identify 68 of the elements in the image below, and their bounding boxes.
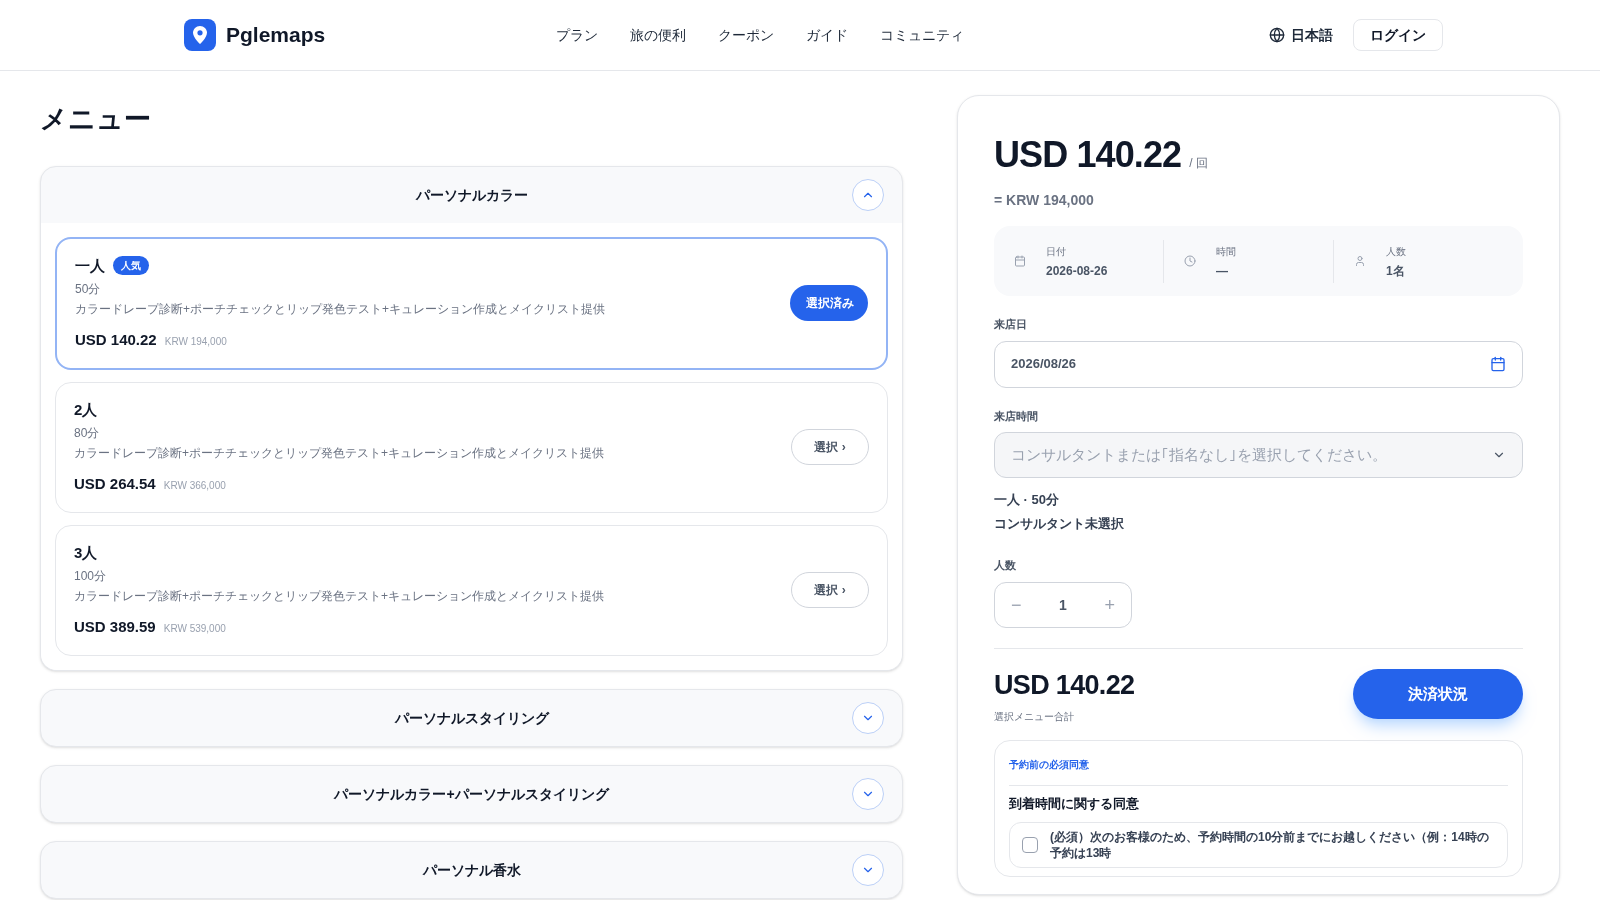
option-price: USD 389.59 bbox=[74, 617, 156, 637]
group-title: パーソナルスタイリング bbox=[394, 708, 549, 728]
consent-heading: 到着時間に関する同意 bbox=[1009, 795, 1140, 813]
menu-option-card[interactable]: 一人 人気 50分 カラードレープ診断+ポーチチェックとリップ発色テスト+キュレーション作成とメイクリスト提供 USD 140.22 KRW 194,000 選択済み bbox=[55, 236, 888, 370]
nav-link[interactable]: 旅の便利 bbox=[630, 25, 686, 45]
nav-link[interactable]: コミュニティ bbox=[880, 25, 964, 45]
option-name: 3人 bbox=[74, 542, 98, 563]
booking-price-krw: = KRW 194,000 bbox=[994, 191, 1095, 210]
consultant-status: コンサルタント未選択 bbox=[994, 514, 1125, 533]
payment-button[interactable]: 決済状況 bbox=[1353, 669, 1523, 720]
date-field[interactable]: 2026/08/26 bbox=[994, 340, 1523, 388]
summary-label: 時間 bbox=[1216, 244, 1236, 259]
option-name: 2人 bbox=[74, 399, 98, 420]
summary-label: 人数 bbox=[1386, 244, 1406, 259]
nav-link[interactable]: クーポン bbox=[718, 25, 774, 45]
option-description: カラードレープ診断+ポーチチェックとリップ発色テスト+キュレーション作成とメイクリスト提供 bbox=[75, 301, 605, 317]
selection-summary: 一人 · 50分 bbox=[994, 491, 1060, 509]
collapse-button[interactable] bbox=[852, 178, 884, 211]
summary-label: 日付 bbox=[1046, 244, 1067, 259]
consent-text: (必須）次のお客様のため、予約時間の10分前までにお越しください（例：14時の予約は13時 bbox=[1050, 828, 1490, 861]
group-title: パーソナルカラー bbox=[415, 185, 528, 205]
option-description: カラードレープ診断+ポーチチェックとリップ発色テスト+キュレーション作成とメイクリスト提供 bbox=[74, 445, 604, 461]
brand-name[interactable]: Pglemaps bbox=[226, 19, 326, 51]
option-price-krw: KRW 539,000 bbox=[163, 622, 226, 636]
field-label: 来店日 bbox=[994, 317, 1028, 332]
popular-badge: 人気 bbox=[113, 256, 149, 276]
language-button[interactable]: 日本語 bbox=[1269, 25, 1333, 45]
total-label: 選択メニュー合計 bbox=[994, 710, 1075, 724]
field-label: 人数 bbox=[994, 558, 1017, 573]
menu-option-card[interactable]: 2人 80分 カラードレープ診断+ポーチチェックとリップ発色テスト+キュレーション作成とメイクリスト提供 USD 264.54 KRW 366,000 選択 › bbox=[55, 381, 888, 513]
option-description: カラードレープ診断+ポーチチェックとリップ発色テスト+キュレーション作成とメイクリスト提供 bbox=[74, 588, 604, 604]
option-duration: 80分 bbox=[74, 425, 101, 441]
map-pin-logo-icon bbox=[184, 19, 216, 51]
option-price: USD 140.22 bbox=[75, 330, 157, 350]
group-title: パーソナルカラー+パーソナルスタイリング bbox=[334, 784, 609, 804]
booking-price: USD 140.22 bbox=[994, 133, 1182, 177]
option-duration: 100分 bbox=[74, 568, 108, 584]
option-price-krw: KRW 366,000 bbox=[163, 479, 226, 493]
person-icon bbox=[1354, 255, 1366, 267]
price-unit: / 回 bbox=[1189, 155, 1208, 171]
option-duration: 50分 bbox=[75, 281, 102, 297]
option-name: 一人 bbox=[75, 255, 105, 276]
select-button[interactable]: 選択 › bbox=[791, 572, 869, 608]
summary-value: — bbox=[1216, 262, 1229, 279]
summary-value: 1名 bbox=[1386, 262, 1406, 279]
calendar-icon bbox=[1014, 255, 1026, 267]
consent-checkbox[interactable] bbox=[1022, 836, 1038, 853]
consent-title: 予約前の必須同意 bbox=[1009, 759, 1089, 770]
option-price-krw: KRW 194,000 bbox=[164, 335, 227, 349]
login-button[interactable]: ログイン bbox=[1353, 19, 1443, 51]
nav-link[interactable]: プラン bbox=[556, 25, 598, 45]
globe-icon bbox=[1269, 27, 1285, 43]
expand-button[interactable] bbox=[852, 777, 884, 810]
people-count: 1 bbox=[1059, 595, 1067, 615]
summary-value: 2026-08-26 bbox=[1046, 262, 1108, 279]
option-price: USD 264.54 bbox=[74, 474, 156, 494]
menu-option-card[interactable]: 3人 100分 カラードレープ診断+ポーチチェックとリップ発色テスト+キュレーション作成とメイクリスト提供 USD 389.59 KRW 539,000 選択 › bbox=[55, 524, 888, 656]
field-label: 来店時間 bbox=[994, 408, 1039, 424]
clock-icon bbox=[1184, 255, 1196, 267]
expand-button[interactable] bbox=[852, 701, 884, 734]
total-price: USD 140.22 bbox=[994, 668, 1135, 702]
calendar-icon[interactable] bbox=[1490, 356, 1506, 372]
selected-button[interactable]: 選択済み bbox=[790, 285, 868, 321]
menu-title: メニュー bbox=[40, 103, 152, 136]
nav-link[interactable]: ガイド bbox=[806, 25, 848, 45]
group-title: パーソナル香水 bbox=[422, 860, 521, 880]
expand-button[interactable] bbox=[852, 853, 884, 886]
select-button[interactable]: 選択 › bbox=[791, 429, 869, 465]
